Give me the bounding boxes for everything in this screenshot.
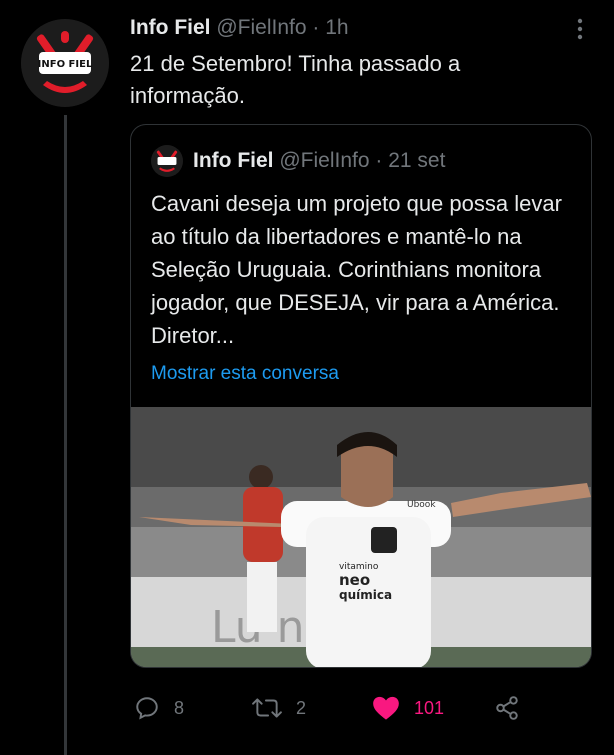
- quote-author-name: Info Fiel: [193, 149, 274, 172]
- like-icon: [373, 696, 399, 720]
- retweet-button[interactable]: 2: [252, 688, 306, 728]
- action-bar: 8 2 101: [0, 688, 614, 728]
- shirt-sponsor-3: química: [339, 588, 392, 602]
- background-player: [243, 465, 283, 632]
- author-handle[interactable]: @FielInfo: [216, 16, 306, 39]
- quote-avatar[interactable]: [151, 145, 183, 177]
- info-fiel-logo-small: [151, 145, 183, 177]
- reply-button[interactable]: 8: [134, 688, 184, 728]
- share-icon: [496, 696, 518, 720]
- retweet-count: 2: [296, 697, 307, 718]
- avatar-logo-text: INFO FIEL: [38, 59, 93, 70]
- quote-author-handle: @FielInfo: [279, 149, 370, 172]
- retweet-icon: [252, 698, 282, 718]
- reply-icon: [136, 697, 158, 720]
- shirt-sponsor-2: neo: [339, 571, 370, 589]
- like-button[interactable]: 101: [372, 688, 444, 728]
- separator-dot: ·: [312, 16, 320, 39]
- like-count: 101: [414, 697, 445, 718]
- quoted-tweet[interactable]: Info Fiel @FielInfo · 21 set Cavani dese…: [130, 124, 592, 668]
- share-button[interactable]: [494, 688, 534, 728]
- tweet-text: 21 de Setembro! Tinha passado a informaç…: [130, 51, 461, 108]
- quote-text: Cavani deseja um projeto que possa levar…: [151, 191, 562, 348]
- tweet-header: Info Fiel @FielInfo · 1h: [130, 14, 349, 42]
- more-icon[interactable]: [570, 16, 590, 42]
- thread-line: [64, 115, 67, 755]
- avatar[interactable]: INFO FIEL: [21, 19, 109, 107]
- tweet-time[interactable]: 1h: [325, 16, 348, 39]
- quote-date: 21 set: [388, 149, 446, 172]
- info-fiel-logo: INFO FIEL: [21, 19, 109, 107]
- quote-separator-dot: ·: [375, 149, 383, 172]
- author-name[interactable]: Info Fiel: [130, 16, 211, 39]
- quote-image[interactable]: Lu na vitamino neo química Ubook: [131, 407, 592, 668]
- reply-count: 8: [174, 697, 185, 718]
- show-thread-link[interactable]: Mostrar esta conversa: [151, 363, 339, 385]
- shirt-brand: Ubook: [407, 500, 436, 510]
- quote-header: Info Fiel @FielInfo · 21 set: [193, 147, 445, 175]
